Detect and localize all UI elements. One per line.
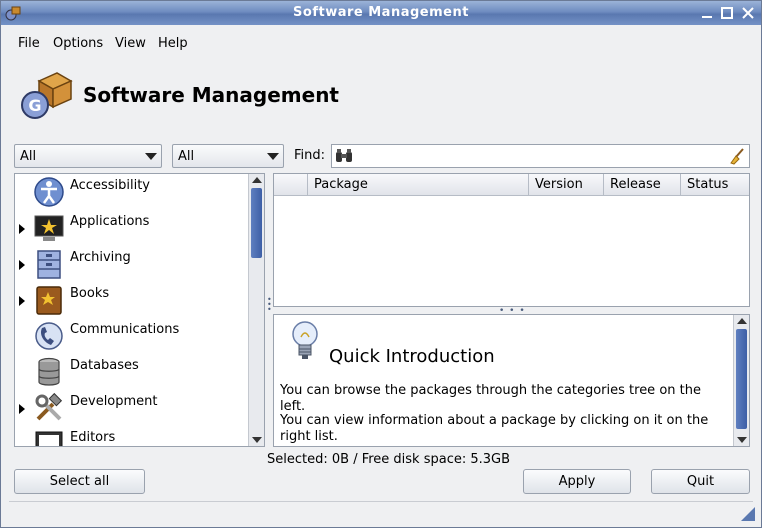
scroll-down-icon[interactable] — [737, 437, 747, 443]
tree-item-development[interactable]: Development — [15, 390, 249, 426]
column-header-version[interactable]: Version — [529, 174, 604, 196]
info-scrollbar[interactable] — [733, 315, 749, 446]
group-filter-combo[interactable]: All — [14, 144, 162, 168]
tree-item-books[interactable]: Books — [15, 282, 249, 318]
package-list[interactable]: Package Version Release Status — [273, 173, 750, 307]
expander-icon[interactable] — [19, 296, 25, 306]
expander-icon[interactable] — [19, 224, 25, 234]
tree-item-label: Development — [70, 394, 158, 409]
category-tree[interactable]: Accessibility Applications Archiving Boo… — [14, 173, 265, 447]
info-paragraph: You can browse the packages through the … — [280, 383, 701, 414]
editors-icon — [35, 431, 63, 446]
menu-help[interactable]: Help — [158, 36, 188, 51]
software-package-icon: G — [21, 72, 73, 119]
books-icon — [36, 286, 62, 315]
maximize-icon[interactable] — [718, 4, 736, 22]
tree-item-databases[interactable]: Databases — [15, 354, 249, 390]
lightbulb-icon — [292, 321, 318, 359]
tree-item-applications[interactable]: Applications — [15, 210, 249, 246]
svg-text:G: G — [28, 96, 41, 115]
info-title: Quick Introduction — [329, 346, 495, 367]
scroll-thumb[interactable] — [251, 188, 262, 258]
column-header-package[interactable]: Package — [308, 174, 529, 196]
apply-button[interactable]: Apply — [523, 469, 631, 494]
tree-item-archiving[interactable]: Archiving — [15, 246, 249, 282]
clear-broom-icon[interactable] — [728, 147, 746, 165]
status-filter-value: All — [178, 149, 195, 164]
group-filter-value: All — [20, 149, 37, 164]
column-header-status[interactable]: Status — [681, 174, 749, 196]
vertical-pane-grip[interactable]: • • • — [267, 296, 272, 315]
column-header-label: Release — [610, 177, 661, 192]
column-header-select[interactable] — [274, 174, 308, 196]
menu-view[interactable]: View — [115, 36, 146, 51]
tree-item-label: Books — [70, 286, 110, 301]
column-header-label: Status — [687, 177, 729, 192]
development-icon — [35, 392, 63, 421]
minimize-icon[interactable] — [698, 4, 716, 22]
communications-icon — [35, 322, 63, 350]
applications-icon — [34, 215, 64, 241]
find-label: Find: — [294, 148, 326, 163]
chevron-down-icon — [267, 153, 279, 160]
scroll-up-icon[interactable] — [737, 318, 747, 324]
tree-item-label: Archiving — [70, 250, 131, 265]
tree-item-editors[interactable]: Editors — [15, 426, 249, 446]
scroll-thumb[interactable] — [736, 329, 747, 429]
archiving-icon — [37, 250, 61, 279]
page-title: Software Management — [83, 83, 339, 107]
info-pane: Quick Introduction You can browse the pa… — [273, 314, 750, 447]
expander-icon[interactable] — [19, 404, 25, 414]
find-input[interactable] — [331, 144, 750, 168]
tree-item-label: Accessibility — [70, 178, 150, 193]
scroll-up-icon[interactable] — [252, 177, 262, 183]
close-icon[interactable] — [739, 4, 757, 22]
software-management-window: Software Management File Options View He… — [0, 0, 762, 528]
tree-item-label: Applications — [70, 214, 150, 229]
quit-button[interactable]: Quit — [651, 469, 750, 494]
column-header-label: Version — [535, 177, 583, 192]
column-header-label: Package — [314, 177, 368, 192]
tree-item-communications[interactable]: Communications — [15, 318, 249, 354]
status-filter-combo[interactable]: All — [172, 144, 284, 168]
expander-icon[interactable] — [19, 260, 25, 270]
tree-item-label: Editors — [70, 430, 116, 445]
select-all-button[interactable]: Select all — [14, 469, 145, 494]
chevron-down-icon — [145, 153, 157, 160]
scroll-down-icon[interactable] — [252, 437, 262, 443]
window-title: Software Management — [293, 5, 469, 20]
resize-grip-icon[interactable] — [741, 507, 755, 521]
menu-file[interactable]: File — [18, 36, 40, 51]
binoculars-icon — [336, 149, 352, 162]
tree-item-label: Communications — [70, 322, 180, 337]
databases-icon — [38, 357, 60, 386]
tree-item-accessibility[interactable]: Accessibility — [15, 174, 249, 210]
title-bar[interactable]: Software Management — [1, 1, 761, 25]
menu-bar: File Options View Help — [1, 32, 761, 54]
info-paragraph: You can view information about a package… — [280, 413, 709, 444]
accessibility-icon — [34, 177, 64, 207]
column-header-release[interactable]: Release — [604, 174, 681, 196]
tree-item-label: Databases — [70, 358, 139, 373]
status-text: Selected: 0B / Free disk space: 5.3GB — [267, 452, 511, 467]
bottom-separator — [9, 501, 753, 502]
menu-options[interactable]: Options — [53, 36, 103, 51]
tree-scrollbar[interactable] — [248, 174, 264, 446]
